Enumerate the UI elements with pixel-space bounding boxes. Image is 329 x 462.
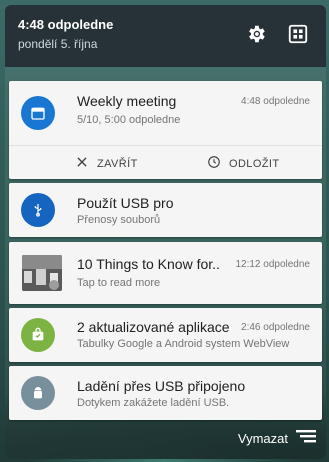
notification-subtitle: Dotykem zakážete ladění USB. [77, 397, 230, 409]
notification-shade: 4:48 odpoledne pondělí 5. října Weekly m… [5, 5, 326, 459]
usb-icon [21, 193, 55, 227]
notification-usb-debugging[interactable]: Ladění přes USB připojeno Dotykem zakáže… [9, 366, 322, 420]
settings-gear-icon[interactable] [245, 23, 267, 45]
notification-time: 12:12 odpoledne [235, 259, 310, 270]
notification-title: Ladění přes USB připojeno [77, 378, 246, 394]
snooze-clock-icon [207, 155, 221, 172]
notification-title: 2 aktualizované aplikace [77, 319, 230, 335]
clear-all-label: Vymazat [237, 431, 288, 446]
notification-news[interactable]: 10 Things to Know for.. Tap to read more… [9, 242, 322, 304]
dismiss-button[interactable]: ZAVŘÍT [75, 155, 138, 172]
snooze-label: ODLOŽIT [229, 157, 280, 170]
news-thumbnail [22, 255, 62, 291]
notification-title: 10 Things to Know for.. [77, 256, 220, 272]
clear-all-button[interactable]: Vymazat [238, 428, 316, 449]
notification-title: Weekly meeting [77, 93, 177, 109]
clear-all-icon [296, 428, 316, 449]
notification-subtitle: Tabulky Google a Android system WebView [77, 338, 290, 350]
play-store-update-icon [21, 318, 55, 352]
notification-subtitle: Tap to read more [77, 277, 161, 289]
notification-calendar[interactable]: Weekly meeting 5/10, 5:00 odpoledne 4:48… [9, 81, 322, 179]
calendar-icon [21, 96, 55, 130]
notification-app-updates[interactable]: 2 aktualizované aplikace Tabulky Google … [9, 308, 322, 362]
notification-subtitle: 5/10, 5:00 odpoledne [77, 114, 181, 126]
notification-time: 2:46 odpoledne [241, 322, 310, 333]
status-header: 4:48 odpoledne pondělí 5. října [5, 5, 326, 67]
date-label: pondělí 5. října [18, 37, 98, 51]
notification-time: 4:48 odpoledne [241, 96, 310, 107]
close-icon [75, 155, 89, 172]
notification-usb[interactable]: Použít USB pro Přenosy souborů [9, 183, 322, 237]
android-debug-icon [21, 376, 55, 410]
notification-subtitle: Přenosy souborů [77, 214, 161, 226]
notification-actions: ZAVŘÍT ODLOŽIT [9, 145, 322, 179]
notification-title: Použít USB pro [77, 195, 174, 211]
quick-settings-icon[interactable] [287, 23, 309, 45]
snooze-button[interactable]: ODLOŽIT [207, 155, 279, 172]
dismiss-label: ZAVŘÍT [97, 157, 138, 170]
clock-time: 4:48 odpoledne [18, 17, 114, 32]
